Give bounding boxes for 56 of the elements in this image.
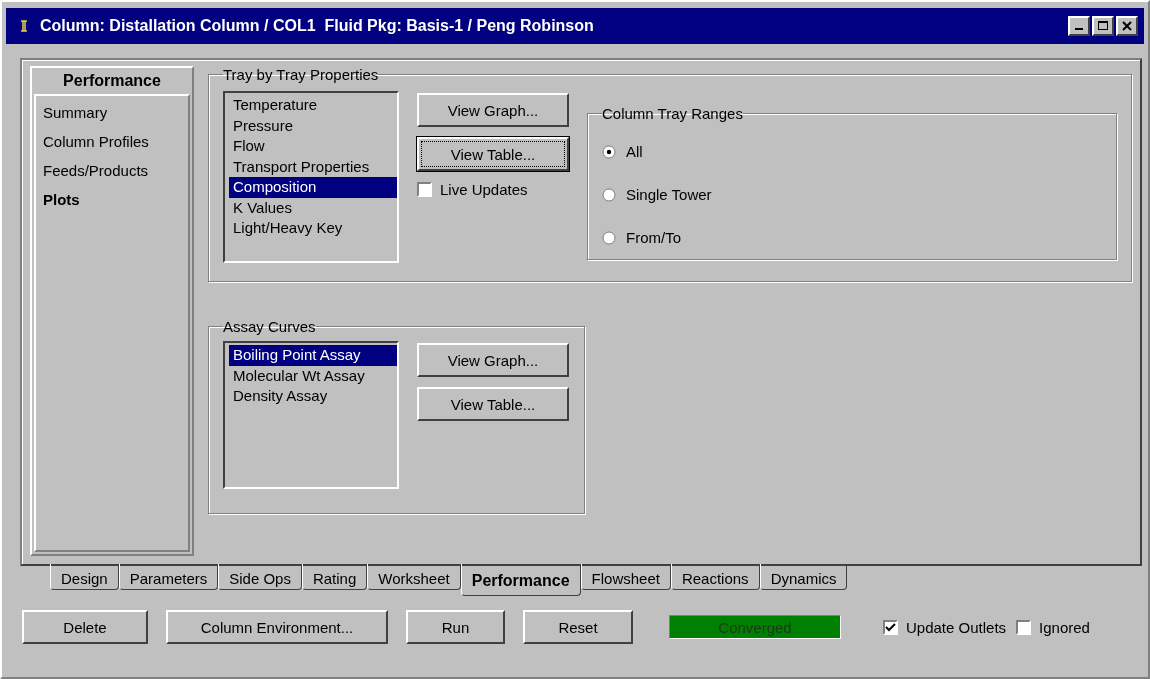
tab[interactable]: Rating — [301, 564, 368, 590]
list-item[interactable]: Composition — [229, 177, 397, 198]
list-item[interactable]: Flow — [229, 136, 397, 157]
window-title: Column: Distallation Column / COL1 Fluid Pkg: Basis-1 / Peng Robinson — [40, 17, 594, 35]
maximize-button[interactable] — [1092, 16, 1114, 36]
tab[interactable]: Flowsheet — [580, 564, 671, 590]
checkbox-label: Update Outlets — [906, 618, 1007, 636]
view-button[interactable]: View Table... — [417, 137, 569, 171]
group-title: Tray by Tray Properties — [223, 66, 379, 83]
close-icon — [1122, 21, 1132, 31]
app-icon — [20, 20, 28, 32]
radio-label: Single Tower — [626, 186, 712, 203]
nav-item[interactable]: Column Profiles — [36, 133, 188, 162]
list-item[interactable]: Boiling Point Assay — [229, 345, 397, 366]
radio-label: All — [626, 143, 643, 160]
tab[interactable]: Performance — [460, 564, 581, 596]
close-button[interactable] — [1116, 16, 1138, 36]
action-button[interactable]: Column Environment... — [166, 610, 388, 644]
view-button[interactable]: View Graph... — [417, 93, 569, 127]
list-item[interactable]: K Values — [229, 197, 397, 218]
action-button[interactable]: Reset — [523, 610, 633, 644]
view-button[interactable]: View Table... — [417, 387, 569, 421]
view-button[interactable]: View Graph... — [417, 343, 569, 377]
nav-item[interactable]: Summary — [36, 104, 188, 133]
tab[interactable]: Reactions — [670, 564, 760, 590]
tab[interactable]: Side Ops — [218, 564, 302, 590]
action-button[interactable]: Run — [406, 610, 505, 644]
checkbox[interactable] — [1016, 619, 1032, 635]
tab[interactable]: Dynamics — [759, 564, 848, 590]
group-title: Column Tray Ranges — [602, 105, 743, 122]
list-item[interactable]: Light/Heavy Key — [229, 218, 397, 239]
checkbox-label: Ignored — [1039, 618, 1090, 636]
checkbox-label: Live Updates — [440, 181, 528, 198]
list-item[interactable]: Pressure — [229, 115, 397, 136]
nav-item[interactable]: Plots — [36, 191, 188, 220]
action-button[interactable]: Delete — [22, 610, 148, 644]
tab[interactable]: Design — [50, 564, 119, 590]
radio-button[interactable] — [602, 187, 616, 202]
radio-button[interactable] — [602, 144, 616, 159]
status-indicator: Converged — [669, 615, 841, 639]
maximize-icon — [1098, 21, 1108, 31]
list-item[interactable]: Temperature — [229, 95, 397, 116]
tab[interactable]: Parameters — [118, 564, 219, 590]
checkbox[interactable] — [417, 182, 432, 197]
list-item[interactable]: Density Assay — [229, 386, 397, 407]
nav-item[interactable]: Feeds/Products — [36, 162, 188, 191]
minimize-button[interactable] — [1068, 16, 1090, 36]
nav-header: Performance — [62, 71, 162, 91]
radio-label: From/To — [626, 229, 681, 246]
minimize-icon — [1075, 28, 1083, 30]
radio-button[interactable] — [602, 230, 616, 245]
list-item[interactable]: Molecular Wt Assay — [229, 365, 397, 386]
checkbox[interactable] — [883, 619, 898, 635]
group-title: Assay Curves — [223, 318, 316, 335]
tab[interactable]: Worksheet — [367, 564, 461, 590]
list-item[interactable]: Transport Properties — [229, 156, 397, 177]
